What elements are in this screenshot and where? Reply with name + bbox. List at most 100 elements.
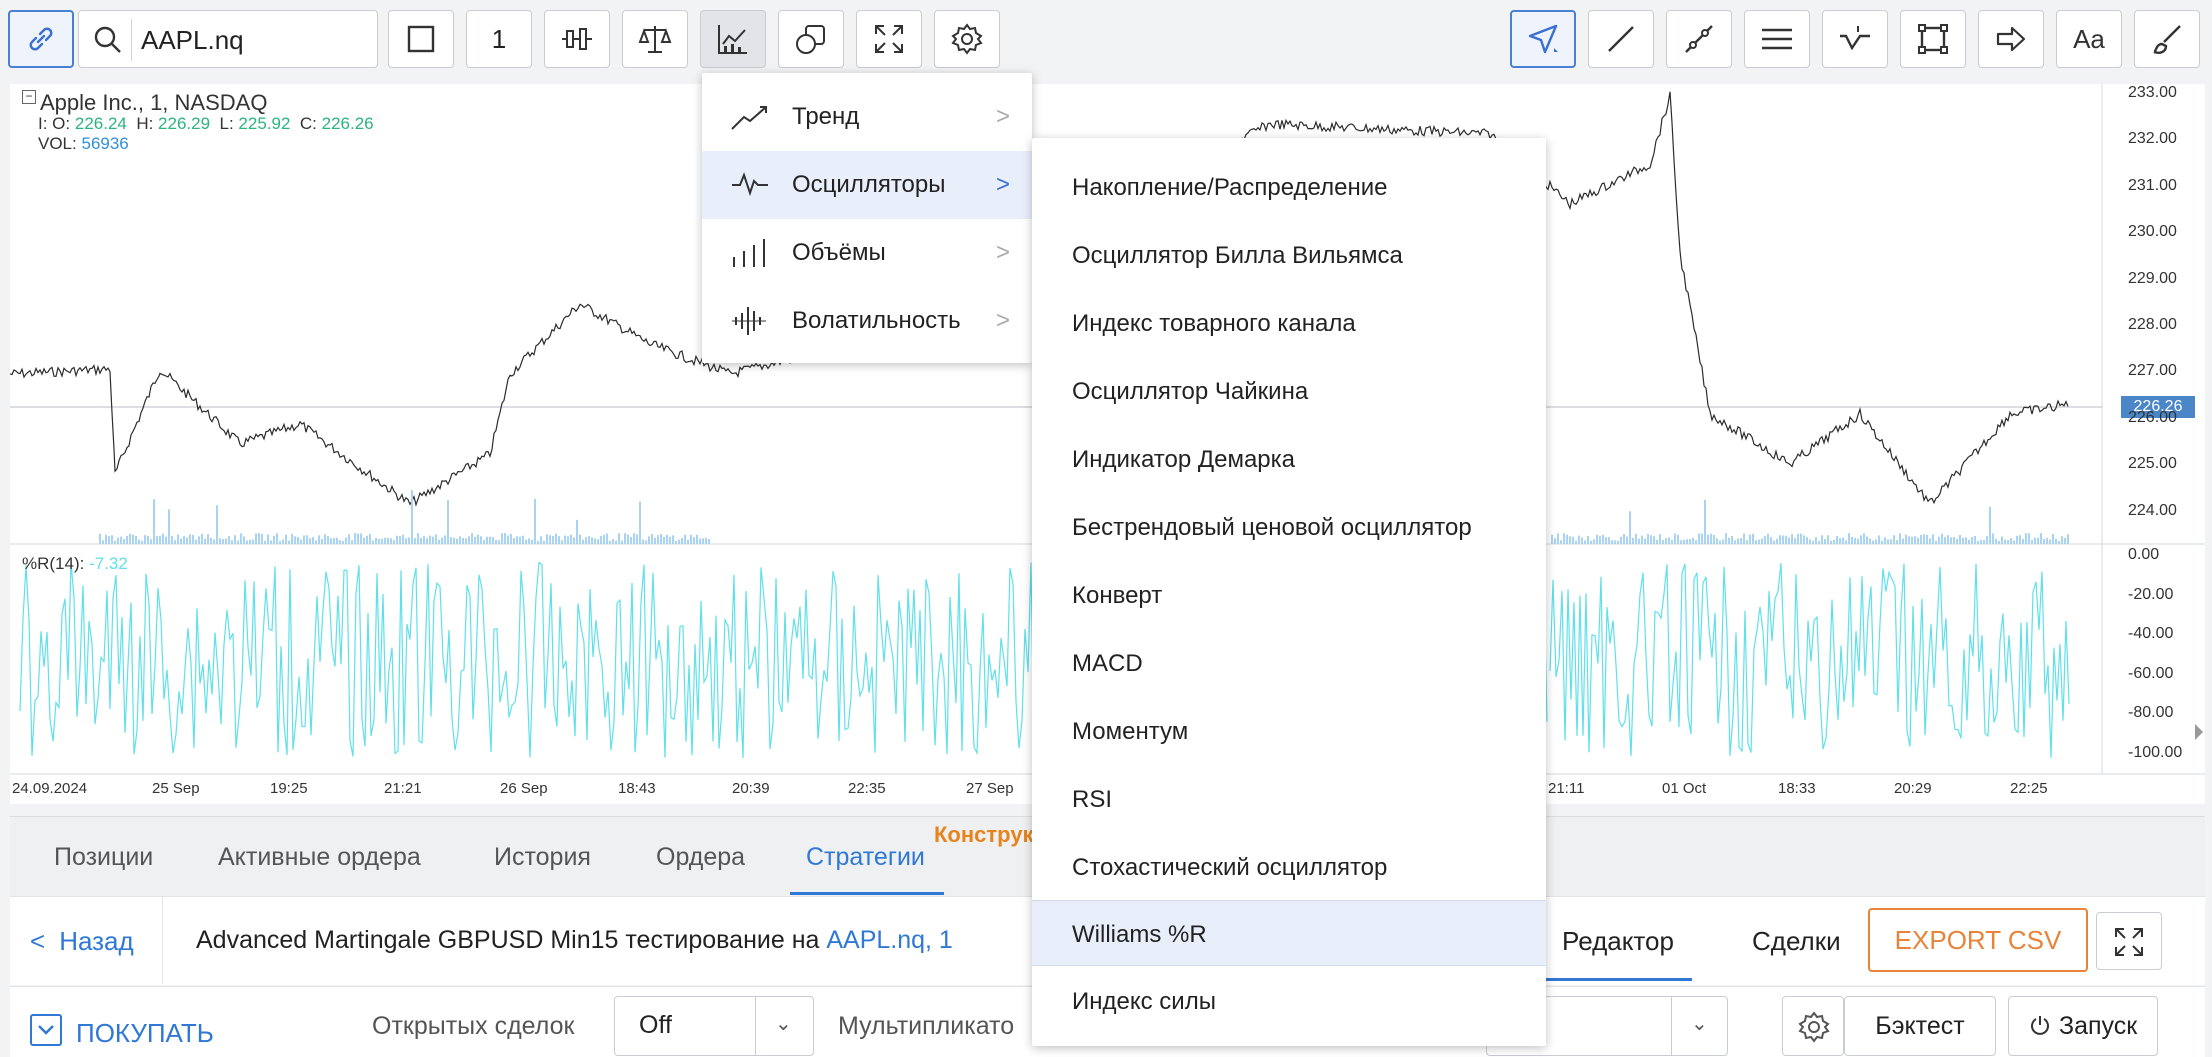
submenu-item[interactable]: Бестрендовый ценовой осциллятор — [1032, 494, 1546, 560]
tab-positions[interactable]: Позиции — [54, 843, 153, 872]
menu-item-trend[interactable]: Тренд > — [702, 83, 1032, 151]
chevron-right-icon: > — [995, 171, 1010, 198]
legend-title: Apple Inc., 1, NASDAQ — [40, 90, 268, 115]
buy-toggle[interactable] — [30, 1014, 62, 1046]
scroll-marker-icon — [2195, 724, 2203, 740]
submenu-item-label: Индекс товарного канала — [1072, 310, 1356, 337]
volume-icon — [733, 239, 765, 267]
price-tick: 224.00 — [2128, 501, 2177, 519]
strategy-symbol-link[interactable]: AAPL.nq, 1 — [826, 926, 952, 954]
time-tick: 22:35 — [848, 780, 886, 797]
tab-editor[interactable]: Редактор — [1562, 926, 1674, 957]
submenu-item-label: Моментум — [1072, 718, 1189, 745]
volatility-icon — [732, 307, 766, 335]
oscillator-tick: -20.00 — [2128, 585, 2174, 603]
search-icon — [94, 26, 121, 53]
submenu-item[interactable]: Осциллятор Билла Вильямса — [1032, 222, 1546, 288]
chart-legend: − Apple Inc., 1, NASDAQ — [22, 90, 267, 116]
editor-tab-indicator — [1546, 978, 1692, 981]
oscillator-tick: -80.00 — [2128, 704, 2174, 722]
submenu-item[interactable]: Стохастический осциллятор — [1032, 834, 1546, 900]
indicators-chart-icon — [718, 25, 747, 54]
tab-deals[interactable]: Сделки — [1752, 926, 1841, 957]
buy-label[interactable]: ПОКУПАТЬ — [76, 1018, 214, 1049]
compare-button[interactable] — [622, 10, 688, 68]
shapes-icon — [796, 25, 825, 54]
expand-icon — [2115, 928, 2143, 956]
tab-history[interactable]: История — [494, 843, 591, 872]
segment-tool-button[interactable] — [1666, 10, 1732, 68]
tab-strategies[interactable]: Стратегии — [806, 843, 925, 872]
submenu-item[interactable]: Индекс силы — [1032, 968, 1546, 1034]
time-tick: 27 Sep — [966, 780, 1014, 797]
fullscreen-button[interactable] — [856, 10, 922, 68]
text-tool-button[interactable]: Aa — [2056, 10, 2122, 68]
time-tick: 20:39 — [732, 780, 770, 797]
collapse-legend-icon[interactable]: − — [22, 90, 36, 104]
price-tick: 230.00 — [2128, 223, 2177, 241]
menu-item-volumes[interactable]: Объёмы > — [702, 219, 1032, 287]
candles-button[interactable] — [544, 10, 610, 68]
launch-button[interactable]: Запуск — [2008, 996, 2158, 1056]
chevron-left-icon: < — [30, 926, 46, 956]
back-button[interactable]: < Назад — [30, 926, 134, 957]
back-label: Назад — [59, 926, 134, 956]
submenu-item[interactable]: Осциллятор Чайкина — [1032, 358, 1546, 424]
submenu-item[interactable]: Накопление/Распределение — [1032, 154, 1546, 220]
chevron-down-icon: ⌄ — [775, 1013, 792, 1035]
submenu-item-label: RSI — [1072, 786, 1113, 813]
menu-item-label: Тренд — [792, 103, 860, 130]
chevron-right-icon: > — [995, 239, 1010, 266]
price-tick: 227.00 — [2128, 362, 2177, 380]
price-tick: 233.00 — [2128, 84, 2177, 101]
arrow-tool-button[interactable] — [1978, 10, 2044, 68]
constructor-link[interactable]: Конструк — [934, 822, 1034, 848]
tab-orders[interactable]: Ордера — [656, 843, 745, 872]
pattern-icon — [1840, 26, 1870, 51]
time-tick: 01 Oct — [1662, 780, 1707, 797]
submenu-item[interactable]: Индикатор Демарка — [1032, 426, 1546, 492]
chevron-right-icon: > — [995, 103, 1010, 130]
submenu-item-label: Накопление/Распределение — [1072, 174, 1388, 201]
strategy-title-text: Advanced Martingale GBPUSD Min15 тестиро… — [196, 926, 827, 954]
export-csv-button[interactable]: EXPORT CSV — [1868, 908, 2088, 972]
price-tick: 229.00 — [2128, 269, 2177, 287]
shapes-button[interactable] — [778, 10, 844, 68]
oscillator-name: %R(14): — [22, 554, 85, 573]
link-icon — [29, 27, 53, 51]
submenu-item[interactable]: Индекс товарного канала — [1032, 290, 1546, 356]
oscillators-submenu: Накопление/Распределение Осциллятор Билл… — [1032, 138, 1546, 1046]
brush-icon — [2153, 25, 2181, 54]
chart-style-button[interactable] — [388, 10, 454, 68]
symbol-input[interactable]: AAPL.nq — [141, 25, 244, 56]
tab-active-orders[interactable]: Активные ордера — [218, 843, 421, 872]
menu-item-oscillators[interactable]: Осцилляторы > — [702, 151, 1032, 219]
interval-button[interactable]: 1 — [466, 10, 532, 68]
submenu-item[interactable]: Конверт — [1032, 562, 1546, 628]
cursor-tool-button[interactable] — [1510, 10, 1576, 68]
horizontal-lines-button[interactable] — [1744, 10, 1810, 68]
rectangle-tool-button[interactable] — [1900, 10, 1966, 68]
volume-label: VOL: — [38, 134, 77, 153]
submenu-item[interactable]: Моментум — [1032, 698, 1546, 764]
symbol-search[interactable]: AAPL.nq — [78, 10, 378, 68]
menu-item-volatility[interactable]: Волатильность > — [702, 287, 1032, 355]
link-button[interactable] — [8, 10, 74, 68]
submenu-item-williams-r[interactable]: Williams %R — [1032, 900, 1546, 966]
strategy-settings-button[interactable] — [1782, 996, 1844, 1056]
candlestick-icon — [562, 28, 592, 50]
submenu-item[interactable]: RSI — [1032, 766, 1546, 832]
pattern-tool-button[interactable] — [1822, 10, 1888, 68]
brush-tool-button[interactable] — [2134, 10, 2200, 68]
price-tick: 232.00 — [2128, 130, 2177, 148]
expand-panel-button[interactable] — [2096, 912, 2162, 970]
open-trades-select[interactable]: Off ⌄ — [614, 996, 814, 1056]
submenu-item[interactable]: MACD — [1032, 630, 1546, 696]
backtest-button[interactable]: Бэктест — [1844, 996, 1996, 1056]
line-tool-button[interactable] — [1588, 10, 1654, 68]
launch-label: Запуск — [2059, 1012, 2138, 1040]
price-tick: 225.00 — [2128, 455, 2177, 473]
settings-button[interactable] — [934, 10, 1000, 68]
indicators-button[interactable] — [700, 10, 766, 68]
active-tab-indicator — [790, 892, 944, 895]
